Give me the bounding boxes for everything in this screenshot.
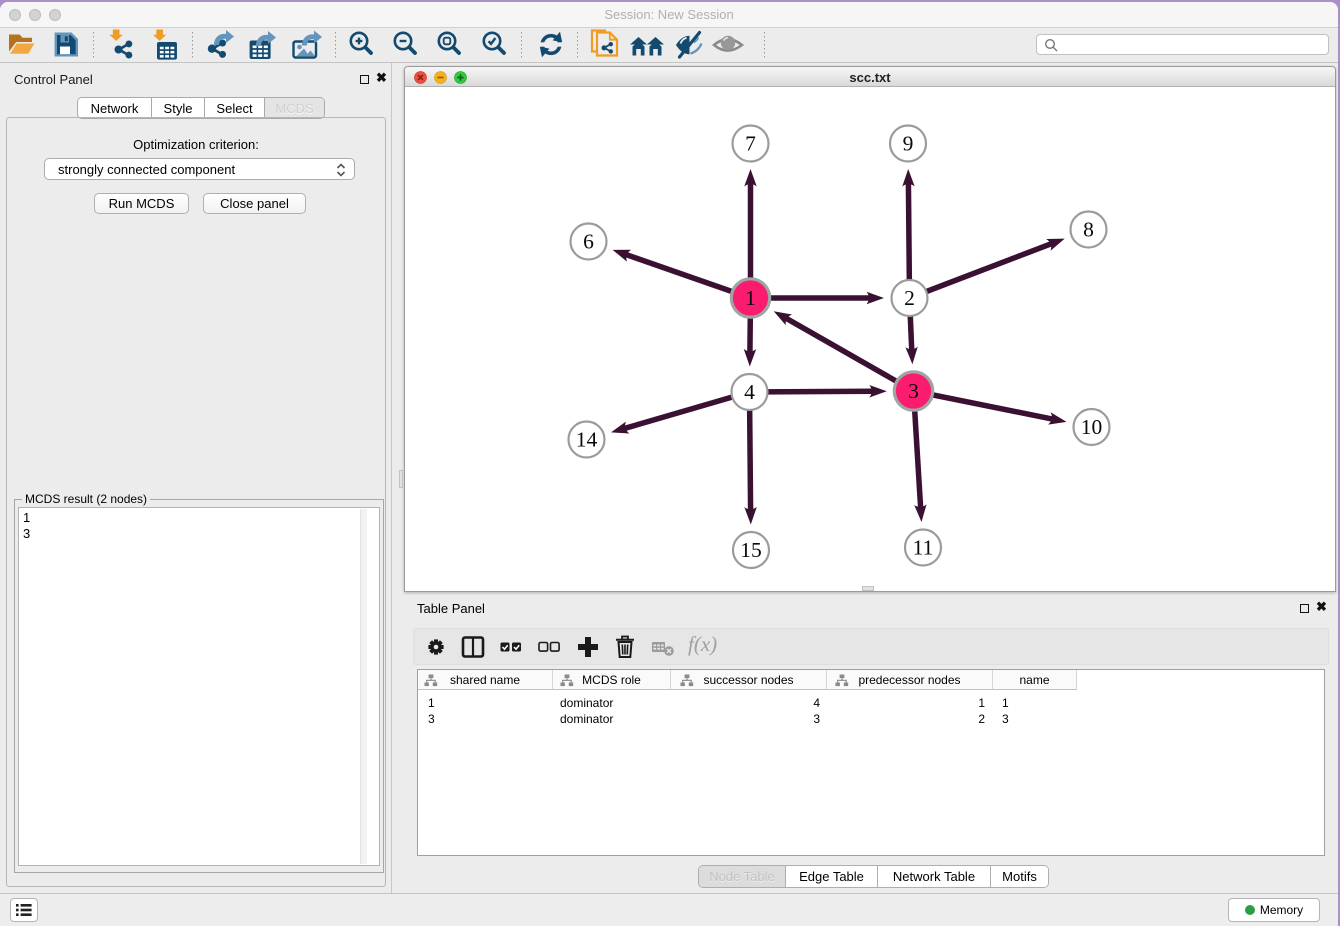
svg-text:2: 2 xyxy=(904,286,915,310)
svg-text:1: 1 xyxy=(745,286,756,310)
svg-text:14: 14 xyxy=(576,428,598,452)
svg-text:11: 11 xyxy=(913,536,934,560)
svg-text:6: 6 xyxy=(583,230,594,254)
svg-text:7: 7 xyxy=(745,132,756,156)
svg-text:4: 4 xyxy=(744,380,755,404)
svg-text:10: 10 xyxy=(1081,415,1103,439)
svg-text:8: 8 xyxy=(1083,218,1094,242)
svg-text:9: 9 xyxy=(903,132,914,156)
svg-text:15: 15 xyxy=(740,538,762,562)
svg-text:3: 3 xyxy=(908,379,919,403)
